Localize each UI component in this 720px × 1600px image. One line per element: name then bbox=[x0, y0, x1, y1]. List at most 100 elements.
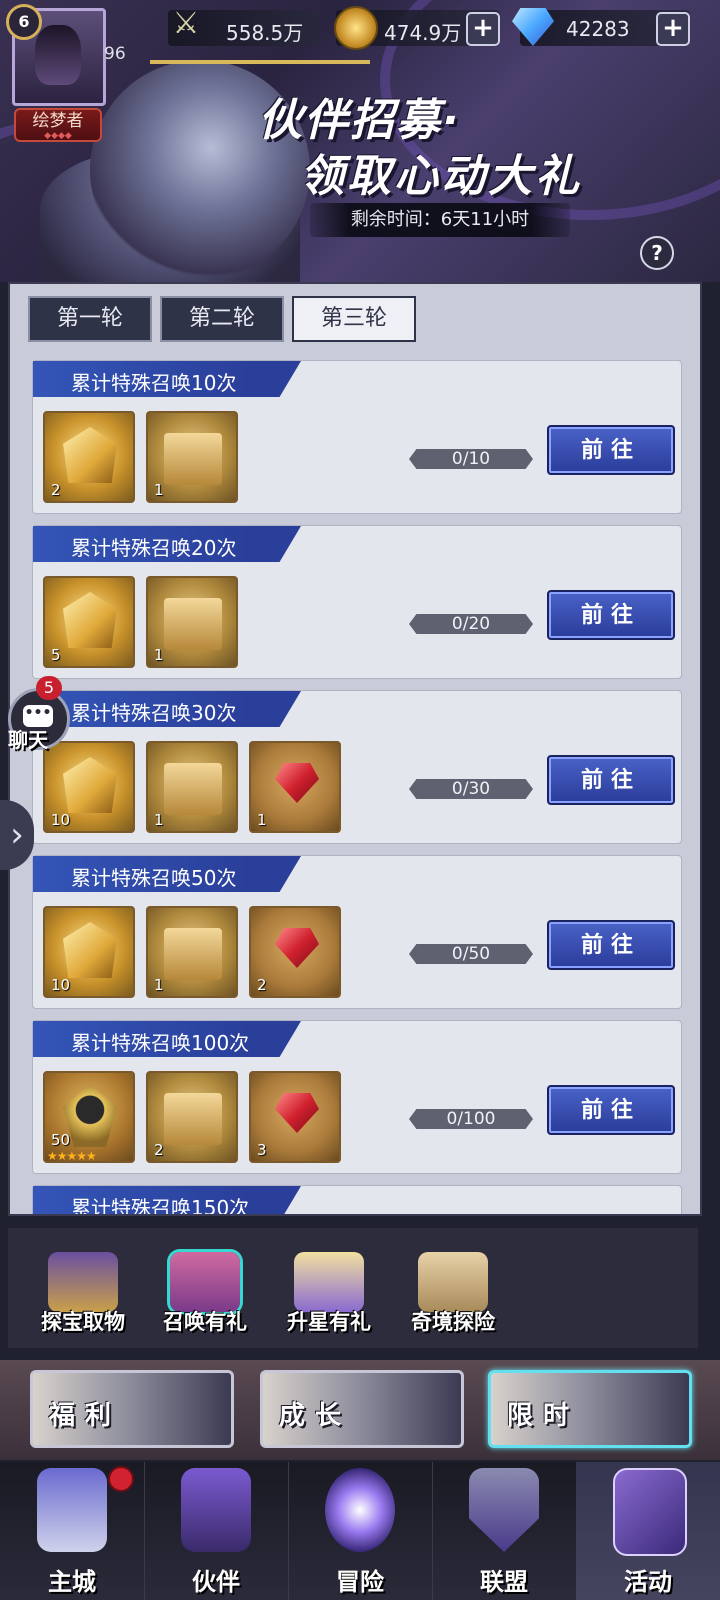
banner-title-line1: 伙伴招募· bbox=[258, 95, 461, 146]
red-gem-icon bbox=[275, 763, 319, 803]
reward-item[interactable]: 1 bbox=[146, 576, 238, 668]
task-title: 累计特殊召唤20次 bbox=[71, 536, 237, 560]
reward-quantity: 10 bbox=[51, 811, 71, 829]
add-diamond-button[interactable]: + bbox=[656, 12, 690, 46]
task-progress: 0/50 bbox=[409, 944, 533, 964]
gift-box-icon bbox=[164, 598, 222, 650]
task-progress: 0/30 bbox=[409, 779, 533, 799]
reward-item[interactable]: 1 bbox=[249, 741, 341, 833]
summon-book-icon bbox=[63, 592, 117, 648]
wizard-hat-icon bbox=[181, 1468, 251, 1552]
reward-quantity: 10 bbox=[51, 976, 71, 994]
mode-limited-button[interactable]: 限时 bbox=[488, 1370, 692, 1448]
goto-button[interactable]: 前往 bbox=[547, 920, 675, 970]
nav-partner[interactable]: 伙伴 bbox=[144, 1462, 289, 1600]
task-title: 累计特殊召唤30次 bbox=[71, 701, 237, 725]
star-gift-icon bbox=[294, 1252, 364, 1312]
shield-icon bbox=[469, 1468, 539, 1552]
reward-item[interactable]: 10 bbox=[43, 906, 135, 998]
task-card: 累计特殊召唤150次 bbox=[32, 1185, 682, 1216]
nav-label: 伙伴 bbox=[192, 1567, 240, 1596]
nav-adventure[interactable]: 冒险 bbox=[288, 1462, 433, 1600]
reward-quantity: 2 bbox=[257, 976, 267, 994]
sword-icon: ⚔ bbox=[172, 6, 200, 41]
gift-box-icon bbox=[164, 433, 222, 485]
tab-round-3[interactable]: 第三轮 bbox=[292, 296, 416, 342]
reward-item[interactable]: 2 bbox=[249, 906, 341, 998]
mode-label: 福利 bbox=[49, 1401, 122, 1431]
reward-quantity: 1 bbox=[257, 811, 267, 829]
mode-growth-button[interactable]: 成长 bbox=[260, 1370, 464, 1448]
mode-bar: 福利 成长 限时 bbox=[0, 1360, 720, 1460]
reward-quantity: 1 bbox=[154, 811, 164, 829]
task-card: 累计特殊召唤30次 10 1 1 0/30 前往 bbox=[32, 690, 682, 844]
category-star-gift[interactable]: 升星有礼 bbox=[274, 1246, 384, 1346]
banner-title-line2: 领取心动大礼 bbox=[300, 151, 582, 202]
reward-quantity: 50 bbox=[51, 1131, 71, 1149]
task-card: 累计特殊召唤20次 5 1 0/20 前往 bbox=[32, 525, 682, 679]
reward-item[interactable]: 2 bbox=[43, 411, 135, 503]
summon-book-icon bbox=[63, 757, 117, 813]
reward-item[interactable]: 2 bbox=[146, 1071, 238, 1163]
scroll-map-icon bbox=[418, 1252, 488, 1312]
task-progress: 0/100 bbox=[409, 1109, 533, 1129]
tab-round-1[interactable]: 第一轮 bbox=[28, 296, 152, 342]
task-title: 累计特殊召唤50次 bbox=[71, 866, 237, 890]
task-title: 累计特殊召唤150次 bbox=[71, 1196, 250, 1216]
reward-quantity: 1 bbox=[154, 976, 164, 994]
star-rating: ★★★★★ bbox=[47, 1149, 97, 1163]
remaining-time: 剩余时间：6天11小时 bbox=[310, 203, 570, 237]
power-value: 558.5万 bbox=[226, 21, 304, 45]
player-title-tag: 绘梦者 ◆◆◆◆ bbox=[14, 108, 102, 142]
goto-button[interactable]: 前往 bbox=[547, 755, 675, 805]
task-progress: 0/10 bbox=[409, 449, 533, 469]
nav-label: 主城 bbox=[48, 1567, 96, 1596]
category-adventure[interactable]: 奇境探险 bbox=[398, 1246, 508, 1346]
reward-item[interactable]: 1 bbox=[146, 906, 238, 998]
summon-book-icon bbox=[63, 427, 117, 483]
avatar-portrait bbox=[35, 25, 81, 85]
reward-quantity: 2 bbox=[154, 1141, 164, 1159]
gift-box-icon bbox=[164, 1093, 222, 1145]
reward-item[interactable]: 50 ★★★★★ bbox=[43, 1071, 135, 1163]
category-label: 升星有礼 bbox=[287, 1309, 371, 1334]
nav-alliance[interactable]: 联盟 bbox=[432, 1462, 577, 1600]
gold-coin-icon bbox=[334, 6, 378, 50]
task-title: 累计特殊召唤100次 bbox=[71, 1031, 250, 1055]
portal-icon bbox=[325, 1468, 395, 1552]
goto-button[interactable]: 前往 bbox=[547, 590, 675, 640]
gift-box-icon bbox=[170, 1252, 240, 1312]
summon-book-icon bbox=[63, 922, 117, 978]
task-card: 累计特殊召唤100次 50 ★★★★★ 2 3 0/100 前往 bbox=[32, 1020, 682, 1174]
goto-button[interactable]: 前往 bbox=[547, 425, 675, 475]
help-button[interactable]: ? bbox=[640, 236, 674, 270]
gift-box-icon bbox=[164, 928, 222, 980]
event-category-bar: 探宝取物 召唤有礼 升星有礼 奇境探险 bbox=[8, 1228, 698, 1348]
reward-item[interactable]: 5 bbox=[43, 576, 135, 668]
category-summon-gift[interactable]: 召唤有礼 bbox=[150, 1246, 260, 1346]
treasure-chest-icon bbox=[48, 1252, 118, 1312]
reward-item[interactable]: 3 bbox=[249, 1071, 341, 1163]
player-level-badge: 6 bbox=[6, 4, 42, 40]
top-resource-bar: 6 96 绘梦者 ◆◆◆◆ ⚔ 558.5万 474.9万 + 42283 + bbox=[0, 0, 720, 142]
reward-item[interactable]: 10 bbox=[43, 741, 135, 833]
nav-label: 联盟 bbox=[480, 1567, 528, 1596]
gift-box-icon bbox=[164, 763, 222, 815]
reward-quantity: 2 bbox=[51, 481, 61, 499]
tab-round-2[interactable]: 第二轮 bbox=[160, 296, 284, 342]
cards-icon bbox=[613, 1468, 687, 1556]
exp-bar bbox=[150, 60, 370, 64]
mode-welfare-button[interactable]: 福利 bbox=[30, 1370, 234, 1448]
reward-item[interactable]: 1 bbox=[146, 741, 238, 833]
red-gem-icon bbox=[275, 1093, 319, 1133]
reward-quantity: 5 bbox=[51, 646, 61, 664]
goto-button[interactable]: 前往 bbox=[547, 1085, 675, 1135]
nav-activity[interactable]: 活动 bbox=[576, 1462, 720, 1600]
reward-item[interactable]: 1 bbox=[146, 411, 238, 503]
add-gold-button[interactable]: + bbox=[466, 12, 500, 46]
task-card: 累计特殊召唤10次 2 1 0/10 前往 bbox=[32, 360, 682, 514]
category-label: 探宝取物 bbox=[41, 1309, 125, 1334]
task-card: 累计特殊召唤50次 10 1 2 0/50 前往 bbox=[32, 855, 682, 1009]
notification-dot bbox=[108, 1466, 134, 1492]
category-treasure[interactable]: 探宝取物 bbox=[28, 1246, 138, 1346]
